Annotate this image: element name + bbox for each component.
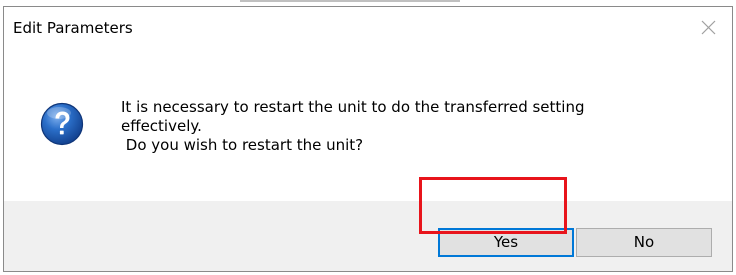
background-window-mark bbox=[240, 0, 460, 2]
message-line: Do you wish to restart the unit? bbox=[121, 136, 364, 154]
dialog-message: It is necessary to restart the unit to d… bbox=[121, 98, 721, 155]
dialog-titlebar: Edit Parameters bbox=[4, 7, 732, 49]
question-icon bbox=[40, 102, 84, 146]
close-button[interactable] bbox=[686, 7, 732, 49]
message-line: effectively. bbox=[121, 117, 202, 135]
dialog-content: It is necessary to restart the unit to d… bbox=[4, 49, 732, 201]
dialog-button-bar: Yes No bbox=[4, 201, 732, 271]
dialog-title: Edit Parameters bbox=[13, 19, 133, 37]
message-line: It is necessary to restart the unit to d… bbox=[121, 98, 585, 116]
yes-button[interactable]: Yes bbox=[438, 228, 574, 257]
message-dialog: Edit Parameters It is necessary to resta… bbox=[3, 6, 733, 272]
no-button[interactable]: No bbox=[576, 228, 712, 257]
close-icon bbox=[701, 20, 716, 35]
